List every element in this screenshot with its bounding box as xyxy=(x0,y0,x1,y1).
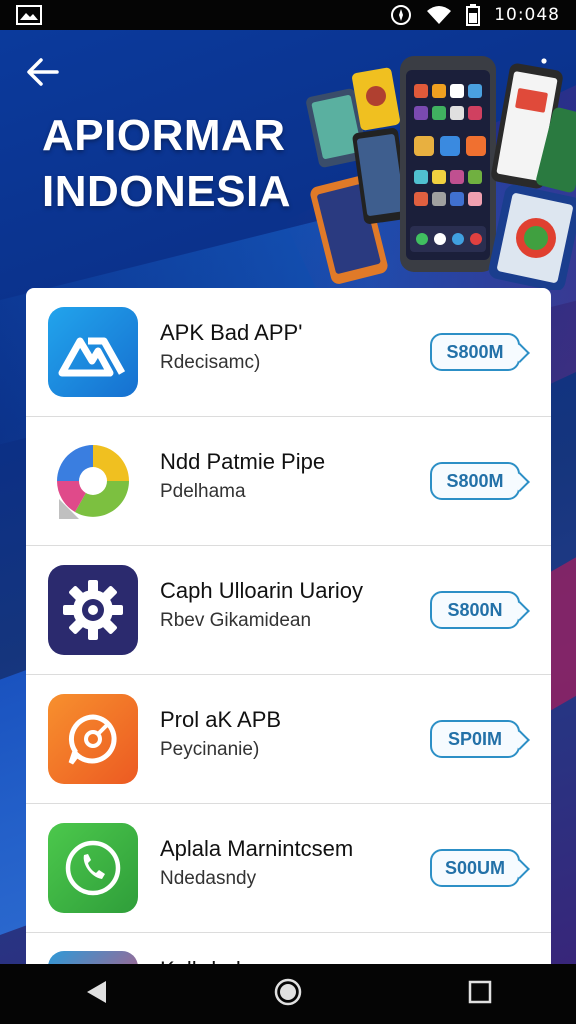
image-icon xyxy=(16,5,42,25)
app-name: Aplala Marnintcsem xyxy=(160,836,354,861)
chrome-like-icon xyxy=(48,436,138,526)
back-button[interactable] xyxy=(22,56,62,92)
title-line-2: INDONESIA xyxy=(42,167,291,216)
wifi-icon xyxy=(426,5,452,25)
phone-icon xyxy=(48,823,138,913)
battery-icon xyxy=(466,4,481,26)
title-line-1: APIORMAR xyxy=(42,111,286,160)
compass-icon xyxy=(390,4,412,26)
download-button[interactable]: SP0IM xyxy=(430,720,520,758)
mountain-logo-icon xyxy=(48,307,138,397)
navigation-bar xyxy=(0,964,576,1024)
app-subtitle: Pdelhama xyxy=(160,481,246,502)
app-name: Prol aK APB xyxy=(160,707,282,732)
app-name: Ndd Patmie Pipe xyxy=(160,449,326,474)
nav-recents-button[interactable] xyxy=(450,964,510,1024)
download-button[interactable]: S800N xyxy=(430,591,520,629)
app-subtitle: Rbev Gikamidean xyxy=(160,610,312,631)
devices-illustration xyxy=(300,50,576,292)
list-item[interactable]: APK Bad APP' Rdecisamc) S800M xyxy=(26,288,551,417)
app-name: Caph Ulloarin Uarioy xyxy=(160,578,363,603)
nav-recents-icon xyxy=(468,980,492,1009)
arrow-left-icon xyxy=(25,57,59,92)
app-subtitle: Peycinanie) xyxy=(160,739,260,760)
chat-bubble-icon xyxy=(48,694,138,784)
page-title: APIORMAR INDONESIA xyxy=(42,108,342,220)
list-item[interactable]: Aplala Marnintcsem Ndedasndy S00UM xyxy=(26,804,551,933)
app-list: APK Bad APP' Rdecisamc) S800M Ndd Patmie… xyxy=(26,288,551,978)
status-bar: 10:048 xyxy=(0,0,576,30)
list-item[interactable]: Ndd Patmie Pipe Pdelhama S800M xyxy=(26,417,551,546)
download-button[interactable]: S00UM xyxy=(430,849,520,887)
nav-back-icon xyxy=(84,979,108,1010)
gear-icon xyxy=(48,565,138,655)
app-subtitle: Ndedasndy xyxy=(160,868,257,889)
app-name: APK Bad APP' xyxy=(160,320,303,345)
nav-home-icon xyxy=(274,978,302,1011)
nav-back-button[interactable] xyxy=(66,964,126,1024)
download-button[interactable]: S800M xyxy=(430,462,520,500)
nav-home-button[interactable] xyxy=(258,964,318,1024)
list-item[interactable]: Prol aK APB Peycinanie) SP0IM xyxy=(26,675,551,804)
download-button[interactable]: S800M xyxy=(430,333,520,371)
list-item[interactable]: Caph Ulloarin Uarioy Rbev Gikamidean S80… xyxy=(26,546,551,675)
status-time: 10:048 xyxy=(494,5,560,25)
app-subtitle: Rdecisamc) xyxy=(160,352,261,373)
